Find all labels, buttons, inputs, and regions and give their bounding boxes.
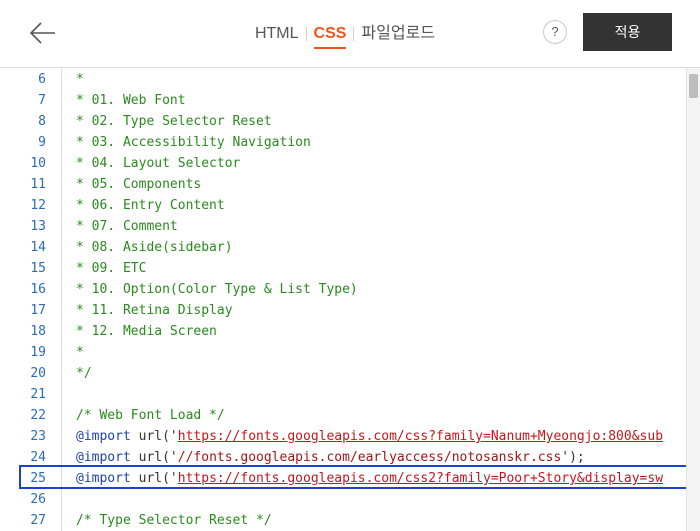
code-text: * 02. Type Selector Reset: [76, 114, 272, 129]
line-number: 25: [30, 471, 46, 486]
code-text: * 01. Web Font: [76, 93, 186, 108]
line-number: 19: [30, 345, 46, 360]
tab-divider: [353, 27, 355, 41]
code-text: /* Web Font Load */: [76, 408, 225, 423]
code-line[interactable]: 9 * 03. Accessibility Navigation: [0, 132, 700, 153]
line-number: 15: [30, 261, 46, 276]
code-text: *: [76, 72, 84, 87]
at-rule-token: @import: [76, 471, 131, 486]
code-line[interactable]: 8 * 02. Type Selector Reset: [0, 111, 700, 132]
code-line[interactable]: 13 * 07. Comment: [0, 216, 700, 237]
code-line[interactable]: 18 * 12. Media Screen: [0, 321, 700, 342]
line-number: 9: [38, 135, 46, 150]
code-text: * 03. Accessibility Navigation: [76, 135, 311, 150]
line-number: 21: [30, 387, 46, 402]
code-line[interactable]: 21: [0, 384, 700, 405]
line-number: 11: [30, 177, 46, 192]
url-function-token: url(': [130, 429, 178, 444]
tab-divider: [305, 27, 307, 41]
tab-html[interactable]: HTML: [255, 24, 299, 47]
arrow-left-icon: [29, 22, 55, 44]
url-function-token: url(': [130, 471, 178, 486]
apply-button[interactable]: 적용: [583, 13, 672, 51]
code-text: * 07. Comment: [76, 219, 178, 234]
code-text: * 06. Entry Content: [76, 198, 225, 213]
code-text: * 04. Layout Selector: [76, 156, 241, 171]
code-text: * 10. Option(Color Type & List Type): [76, 282, 358, 297]
code-text: /* Type Selector Reset */: [76, 513, 272, 528]
back-button[interactable]: [26, 16, 60, 50]
line-number: 8: [38, 114, 46, 129]
code-text: * 08. Aside(sidebar): [76, 240, 233, 255]
line-number: 7: [38, 93, 46, 108]
code-line[interactable]: 25 @import url('https://fonts.googleapis.…: [0, 468, 700, 489]
line-number: 17: [30, 303, 46, 318]
code-line[interactable]: 12 * 06. Entry Content: [0, 195, 700, 216]
code-line[interactable]: 14 * 08. Aside(sidebar): [0, 237, 700, 258]
line-number: 23: [30, 429, 46, 444]
code-text: @import url('https://fonts.googleapis.co…: [76, 468, 663, 489]
line-number: 22: [30, 408, 46, 423]
vertical-scrollbar[interactable]: [686, 68, 700, 531]
url-link[interactable]: https://fonts.googleapis.com/css2?family…: [178, 471, 663, 486]
tab-file-upload[interactable]: 파일업로드: [361, 24, 435, 47]
line-number: 16: [30, 282, 46, 297]
line-number: 27: [30, 513, 46, 528]
line-number: 6: [38, 72, 46, 87]
code-line[interactable]: 11 * 05. Components: [0, 174, 700, 195]
code-line[interactable]: 23 @import url('https://fonts.googleapis.…: [0, 426, 700, 447]
url-link[interactable]: https://fonts.googleapis.com/css?family=…: [178, 429, 663, 444]
code-text: * 09. ETC: [76, 261, 147, 276]
code-text: * 11. Retina Display: [76, 303, 233, 318]
code-text: @import url('//fonts.googleapis.com/earl…: [76, 447, 585, 468]
line-number: 24: [30, 450, 46, 465]
line-number: 13: [30, 219, 46, 234]
code-line[interactable]: 20 */: [0, 363, 700, 384]
line-number: 18: [30, 324, 46, 339]
line-number: 14: [30, 240, 46, 255]
code-text: * 05. Components: [76, 177, 202, 192]
string-token: //fonts.googleapis.com/earlyaccess/notos…: [177, 450, 562, 465]
editor-header: HTML CSS 파일업로드 ? 적용: [0, 0, 700, 68]
code-line[interactable]: 24 @import url('//fonts.googleapis.com/ea…: [0, 447, 700, 468]
at-rule-token: @import: [76, 450, 131, 465]
code-text: * 12. Media Screen: [76, 324, 217, 339]
line-number: 26: [30, 492, 46, 507]
code-text: *: [76, 345, 84, 360]
at-rule-token: @import: [76, 429, 131, 444]
url-function-token: url(': [130, 450, 178, 465]
code-line[interactable]: 7 * 01. Web Font: [0, 90, 700, 111]
punctuation-token: ');: [561, 450, 585, 465]
code-text: */: [76, 366, 92, 381]
code-line[interactable]: 22 /* Web Font Load */: [0, 405, 700, 426]
help-button[interactable]: ?: [543, 20, 567, 44]
code-text: @import url('https://fonts.googleapis.co…: [76, 426, 663, 447]
css-code-editor[interactable]: 6 * 7 * 01. Web Font 8 * 02. Type Selector Re…: [0, 68, 700, 531]
code-line[interactable]: 17 * 11. Retina Display: [0, 300, 700, 321]
line-number: 20: [30, 366, 46, 381]
code-line[interactable]: 19 *: [0, 342, 700, 363]
code-line[interactable]: 6 *: [0, 69, 700, 90]
line-number: 10: [30, 156, 46, 171]
code-line[interactable]: 27 /* Type Selector Reset */: [0, 510, 700, 531]
code-lines: 6 * 7 * 01. Web Font 8 * 02. Type Selector Re…: [0, 69, 700, 531]
code-line[interactable]: 10 * 04. Layout Selector: [0, 153, 700, 174]
line-number: 12: [30, 198, 46, 213]
code-line[interactable]: 16 * 10. Option(Color Type & List Type): [0, 279, 700, 300]
code-line[interactable]: 26: [0, 489, 700, 510]
code-line[interactable]: 15 * 09. ETC: [0, 258, 700, 279]
scrollbar-thumb[interactable]: [689, 74, 698, 98]
tab-css[interactable]: CSS: [313, 24, 347, 49]
